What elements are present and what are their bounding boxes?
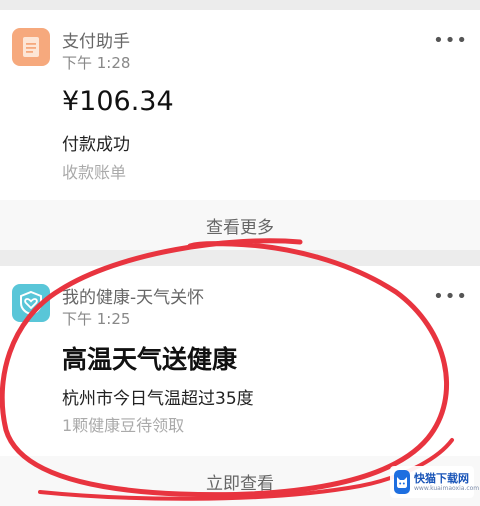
health-bean-subtitle: 1颗健康豆待领取 <box>62 416 185 435</box>
notification-time: 下午 1:25 <box>62 310 131 328</box>
site-watermark: 快猫下载网 www.kuaimaoxia.com <box>390 466 479 498</box>
view-more-row[interactable]: 查看更多 <box>0 200 480 250</box>
watermark-title: 快猫下载网 <box>414 471 469 485</box>
more-options-button[interactable]: ••• <box>433 286 468 307</box>
app-name: 支付助手 <box>62 32 130 52</box>
watermark-url: www.kuaimaoxia.com <box>414 484 480 492</box>
view-now-link[interactable]: 立即查看 <box>206 469 274 494</box>
payment-status: 付款成功 <box>62 135 130 155</box>
health-headline: 高温天气送健康 <box>62 345 238 374</box>
payment-subtitle: 收款账单 <box>62 163 127 182</box>
app-name: 我的健康-天气关怀 <box>62 288 205 308</box>
heart-shield-icon <box>12 284 50 322</box>
payment-amount: ¥106.34 <box>62 86 174 117</box>
receipt-icon <box>12 28 50 66</box>
notification-feed: 支付助手 下午 1:28 ••• ¥106.34 付款成功 收款账单 查看更多 … <box>0 0 480 506</box>
payment-notification-card[interactable]: 支付助手 下午 1:28 ••• ¥106.34 付款成功 收款账单 查看更多 <box>0 10 480 250</box>
more-options-button[interactable]: ••• <box>433 30 468 51</box>
notification-time: 下午 1:28 <box>62 54 131 72</box>
cat-logo-icon <box>394 470 410 494</box>
view-more-link[interactable]: 查看更多 <box>206 213 274 238</box>
temperature-detail: 杭州市今日气温超过35度 <box>62 389 254 409</box>
